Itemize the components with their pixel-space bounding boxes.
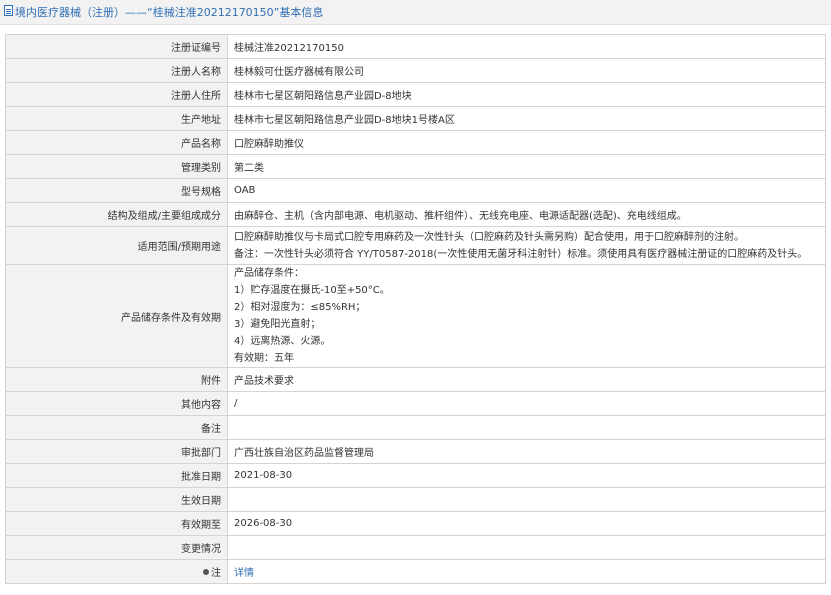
row-label: 其他内容 [5,391,228,416]
row-label: 附件 [5,367,228,392]
table-row: 其他内容 / [5,391,826,416]
table-row: 注册证编号 桂械注准20212170150 [5,34,826,59]
row-label: 管理类别 [5,154,228,179]
page-title: 境内医疗器械（注册）——“桂械注准20212170150”基本信息 [15,6,324,19]
value-line: 2）相对湿度为：≤85%RH； [234,302,366,313]
row-value: 广西壮族自治区药品监督管理局 [227,439,826,464]
row-value: 产品技术要求 [227,367,826,392]
table-row: 注册人名称 桂林毅可仕医疗器械有限公司 [5,58,826,83]
row-value: 产品储存条件： 1）贮存温度在摄氏-10至+50°C。 2）相对湿度为：≤85%… [227,264,826,368]
row-label: 备注 [5,415,228,440]
table-row: 审批部门 广西壮族自治区药品监督管理局 [5,439,826,464]
row-label: 注册人名称 [5,58,228,83]
table-row: 产品名称 口腔麻醉助推仪 [5,130,826,155]
row-value: 桂林市七星区朝阳路信息产业园D-8地块 [227,82,826,107]
table-row: 生产地址 桂林市七星区朝阳路信息产业园D-8地块1号楼A区 [5,106,826,131]
pin-icon [203,569,209,575]
row-label: 注册人住所 [5,82,228,107]
note-label-cell: 注 [5,559,228,584]
table-row: 生效日期 [5,487,826,512]
table-row: 备注 [5,415,826,440]
row-label: 型号规格 [5,178,228,203]
row-value: 2021-08-30 [227,463,826,488]
row-value: 由麻醉仓、主机（含内部电源、电机驱动、推杆组件）、无线充电座、电源适配器(选配)… [227,202,826,227]
row-value: 桂械注准20212170150 [227,34,826,59]
row-value: 第二类 [227,154,826,179]
row-value: 详情 [227,559,826,584]
header-bar: 境内医疗器械（注册）——“桂械注准20212170150”基本信息 [0,0,831,25]
row-label: 有效期至 [5,511,228,536]
row-value: 桂林毅可仕医疗器械有限公司 [227,58,826,83]
value-line: 口腔麻醉助推仪与卡局式口腔专用麻药及一次性针头（口腔麻药及针头需另购）配合使用，… [234,231,744,243]
document-icon [4,5,13,16]
row-value: OAB [227,178,826,203]
row-value: 口腔麻醉助推仪与卡局式口腔专用麻药及一次性针头（口腔麻药及针头需另购）配合使用，… [227,226,826,265]
row-label: 生产地址 [5,106,228,131]
table-row: 注册人住所 桂林市七星区朝阳路信息产业园D-8地块 [5,82,826,107]
value-line: 备注：一次性针头必须符合 YY/T0587-2018(一次性使用无菌牙科注射针）… [234,248,808,260]
row-label: 变更情况 [5,535,228,560]
row-value: 2026-08-30 [227,511,826,536]
table-row: 有效期至 2026-08-30 [5,511,826,536]
value-line: 有效期：五年 [234,353,294,364]
table-row: 批准日期 2021-08-30 [5,463,826,488]
row-value [227,415,826,440]
row-label: 生效日期 [5,487,228,512]
value-line: 产品储存条件： [234,268,304,279]
row-value: 桂林市七星区朝阳路信息产业园D-8地块1号楼A区 [227,106,826,131]
row-label: 产品名称 [5,130,228,155]
row-label: 审批部门 [5,439,228,464]
row-value [227,535,826,560]
table-row: 适用范围/预期用途 口腔麻醉助推仪与卡局式口腔专用麻药及一次性针头（口腔麻药及针… [5,226,826,265]
row-label: 结构及组成/主要组成成分 [5,202,228,227]
table-row: 变更情况 [5,535,826,560]
row-value: 口腔麻醉助推仪 [227,130,826,155]
value-line: 4）远离热源、火源。 [234,336,331,347]
value-line: 3）避免阳光直射； [234,319,321,330]
table-row: 注 详情 [5,559,826,584]
row-value [227,487,826,512]
table-row: 型号规格 OAB [5,178,826,203]
details-link[interactable]: 详情 [234,568,254,579]
row-label: 注册证编号 [5,34,228,59]
row-label: 适用范围/预期用途 [5,226,228,265]
table-row: 产品储存条件及有效期 产品储存条件： 1）贮存温度在摄氏-10至+50°C。 2… [5,264,826,368]
row-label: 批准日期 [5,463,228,488]
row-label: 产品储存条件及有效期 [5,264,228,368]
table-row: 结构及组成/主要组成成分 由麻醉仓、主机（含内部电源、电机驱动、推杆组件）、无线… [5,202,826,227]
table-row: 管理类别 第二类 [5,154,826,179]
row-value: / [227,391,826,416]
value-line: 1）贮存温度在摄氏-10至+50°C。 [234,285,390,296]
row-label: 注 [211,568,221,579]
info-table: 注册证编号 桂械注准20212170150 注册人名称 桂林毅可仕医疗器械有限公… [5,34,826,584]
table-row: 附件 产品技术要求 [5,367,826,392]
